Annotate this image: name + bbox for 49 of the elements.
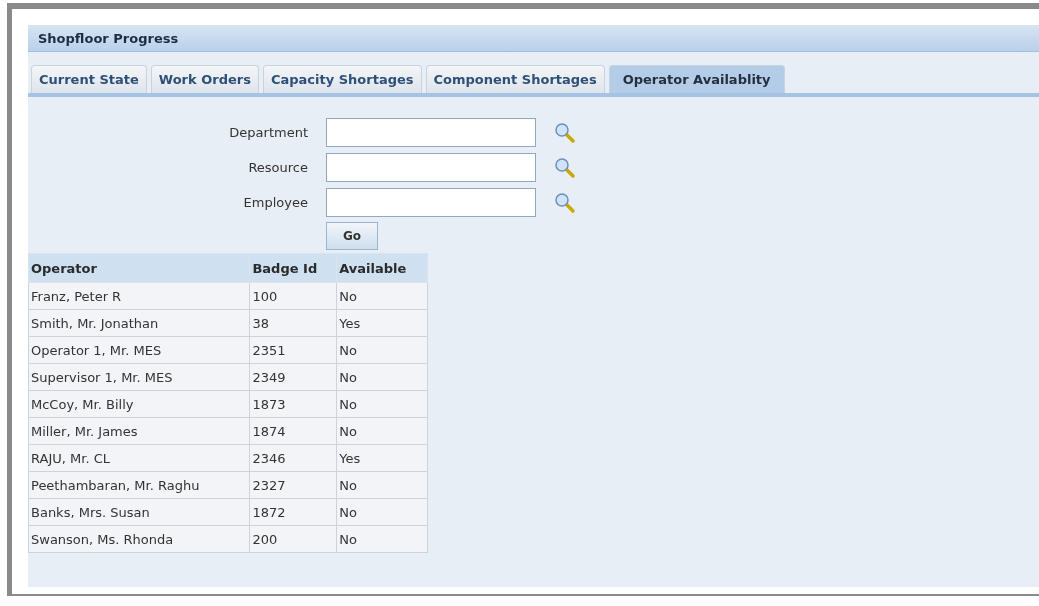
table-cell: RAJU, Mr. CL [28, 444, 250, 472]
table-cell: No [336, 498, 428, 526]
go-button[interactable]: Go [326, 222, 378, 250]
field-label: Resource [248, 160, 308, 175]
table-cell: Peethambaran, Mr. Raghu [28, 471, 250, 499]
table-cell: Banks, Mrs. Susan [28, 498, 250, 526]
table-cell: Smith, Mr. Jonathan [28, 309, 250, 337]
field-label: Department [229, 125, 308, 140]
input-field[interactable] [326, 118, 536, 147]
table-cell: Swanson, Ms. Rhonda [28, 525, 250, 553]
tab[interactable]: Operator Availablity [608, 65, 785, 93]
tab[interactable]: Capacity Shortages [262, 65, 422, 93]
table-cell: No [336, 471, 428, 499]
table-cell: No [336, 390, 428, 418]
field-label: Employee [243, 195, 308, 210]
table-cell: Franz, Peter R [28, 282, 250, 310]
tab[interactable]: Component Shortages [425, 65, 605, 93]
table-cell: Operator 1, Mr. MES [28, 336, 250, 364]
table-cell: 1874 [249, 417, 337, 445]
table-cell: 2346 [249, 444, 337, 472]
input-field[interactable] [326, 188, 536, 217]
column-header: Operator [28, 253, 250, 283]
column-header: Badge Id [249, 253, 337, 283]
search-icon[interactable] [554, 121, 576, 144]
table-cell: Supervisor 1, Mr. MES [28, 363, 250, 391]
table-cell: 100 [249, 282, 337, 310]
table-cell: 1872 [249, 498, 337, 526]
table-cell: 38 [249, 309, 337, 337]
tab[interactable]: Current State [31, 65, 147, 93]
table-cell: 200 [249, 525, 337, 553]
input-field[interactable] [326, 153, 536, 182]
table-cell: 2351 [249, 336, 337, 364]
table-cell: Miller, Mr. James [28, 417, 250, 445]
search-icon[interactable] [554, 191, 576, 214]
table-cell: 1873 [249, 390, 337, 418]
column-header: Available [336, 253, 428, 283]
table-cell: Yes [336, 309, 428, 337]
table-cell: No [336, 363, 428, 391]
table-cell: Yes [336, 444, 428, 472]
table-cell: McCoy, Mr. Billy [28, 390, 250, 418]
table-cell: No [336, 525, 428, 553]
table-cell: 2327 [249, 471, 337, 499]
table-cell: No [336, 336, 428, 364]
search-icon[interactable] [554, 156, 576, 179]
table-cell: 2349 [249, 363, 337, 391]
table-cell: No [336, 282, 428, 310]
panel-title: Shopfloor Progress [28, 25, 1039, 52]
table-cell: No [336, 417, 428, 445]
tab[interactable]: Work Orders [150, 65, 259, 93]
